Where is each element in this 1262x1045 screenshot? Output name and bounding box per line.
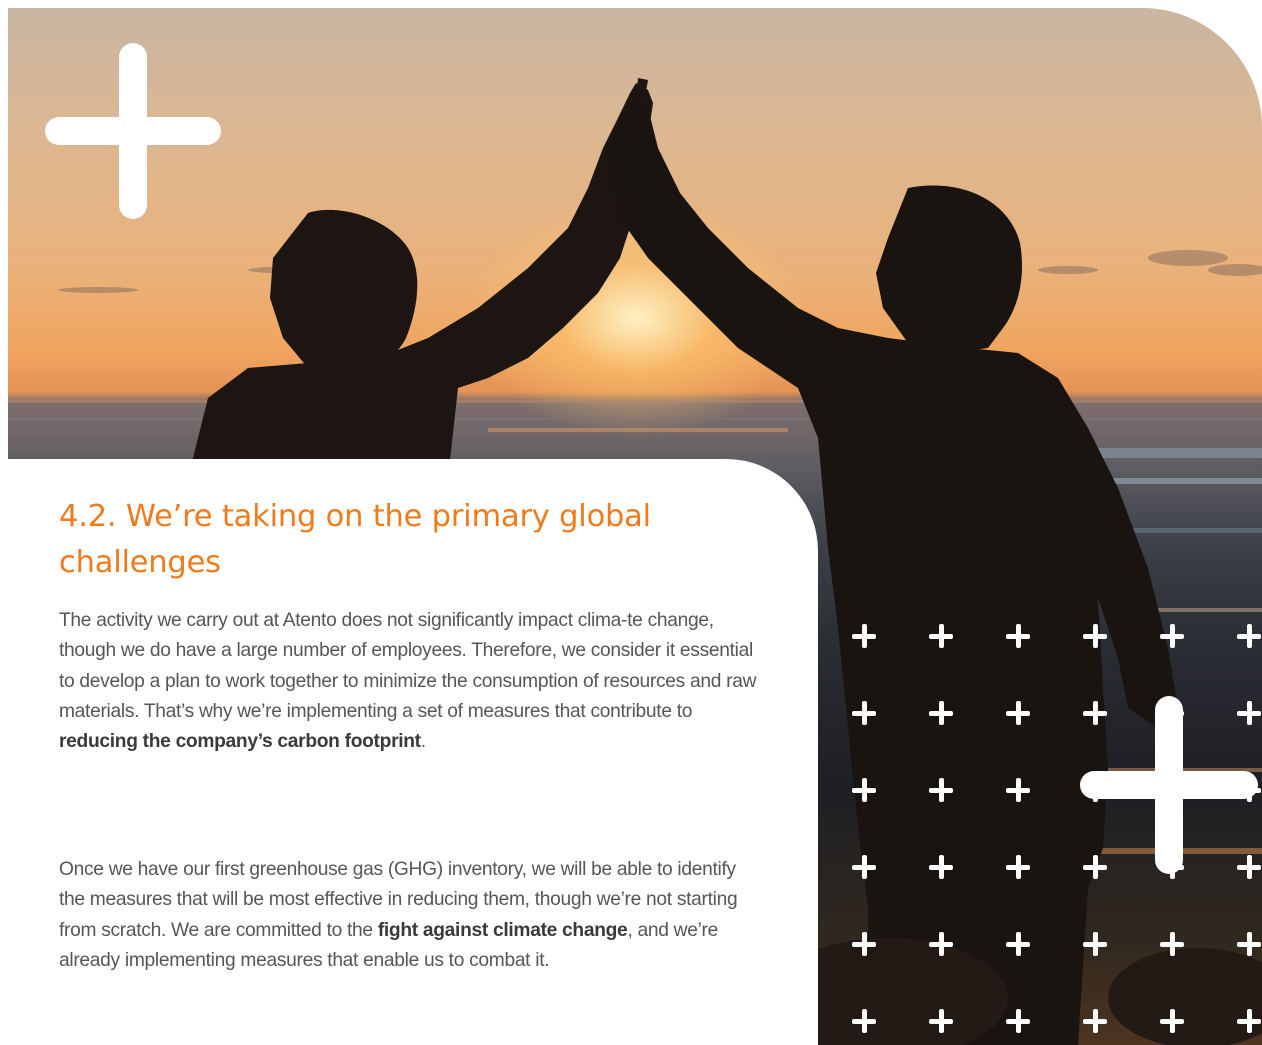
small-plus-icon [929, 855, 953, 879]
small-plus-icon [1006, 778, 1030, 802]
small-plus-icon [929, 701, 953, 725]
small-plus-icon [1083, 1009, 1107, 1033]
small-plus-icon [929, 932, 953, 956]
small-plus-icon [852, 855, 876, 879]
plus-vertical-bar [119, 43, 147, 219]
paragraph-text: . [420, 731, 426, 753]
small-plus-icon [1160, 932, 1184, 956]
small-plus-icon [1237, 932, 1261, 956]
plus-vertical-bar [1155, 696, 1183, 874]
small-plus-icon [1006, 701, 1030, 725]
small-plus-icon [852, 701, 876, 725]
small-plus-icon [929, 624, 953, 648]
small-plus-icon [1160, 1009, 1184, 1033]
small-plus-icon [1237, 624, 1261, 648]
small-plus-icon [1006, 1009, 1030, 1033]
large-plus-icon [1080, 696, 1258, 874]
small-plus-icon [852, 778, 876, 802]
report-page: 4.2. We’re taking on the primary global … [0, 0, 1262, 1045]
small-plus-icon [929, 778, 953, 802]
small-plus-icon [1006, 624, 1030, 648]
section-number: 4.2. [59, 499, 117, 534]
body-paragraph-2: Once we have our first greenhouse gas (G… [59, 855, 759, 976]
paragraph-bold-text: reducing the company’s carbon footprint [59, 731, 421, 753]
small-plus-icon [1083, 624, 1107, 648]
section-title-text: We’re taking on the primary global chall… [59, 499, 651, 580]
body-paragraph-1: The activity we carry out at Atento does… [59, 606, 759, 757]
small-plus-icon [929, 1009, 953, 1033]
large-plus-icon [45, 43, 221, 219]
paragraph-bold-text: fight against climate change [377, 919, 628, 941]
small-plus-icon [1006, 932, 1030, 956]
small-plus-icon [852, 932, 876, 956]
small-plus-icon [1083, 932, 1107, 956]
small-plus-icon [1160, 624, 1184, 648]
small-plus-icon [852, 624, 876, 648]
section-title: 4.2. We’re taking on the primary global … [59, 494, 679, 586]
small-plus-icon [1006, 855, 1030, 879]
paragraph-text: The activity we carry out at Atento does… [59, 610, 757, 722]
small-plus-icon [852, 1009, 876, 1033]
small-plus-icon [1237, 1009, 1261, 1033]
